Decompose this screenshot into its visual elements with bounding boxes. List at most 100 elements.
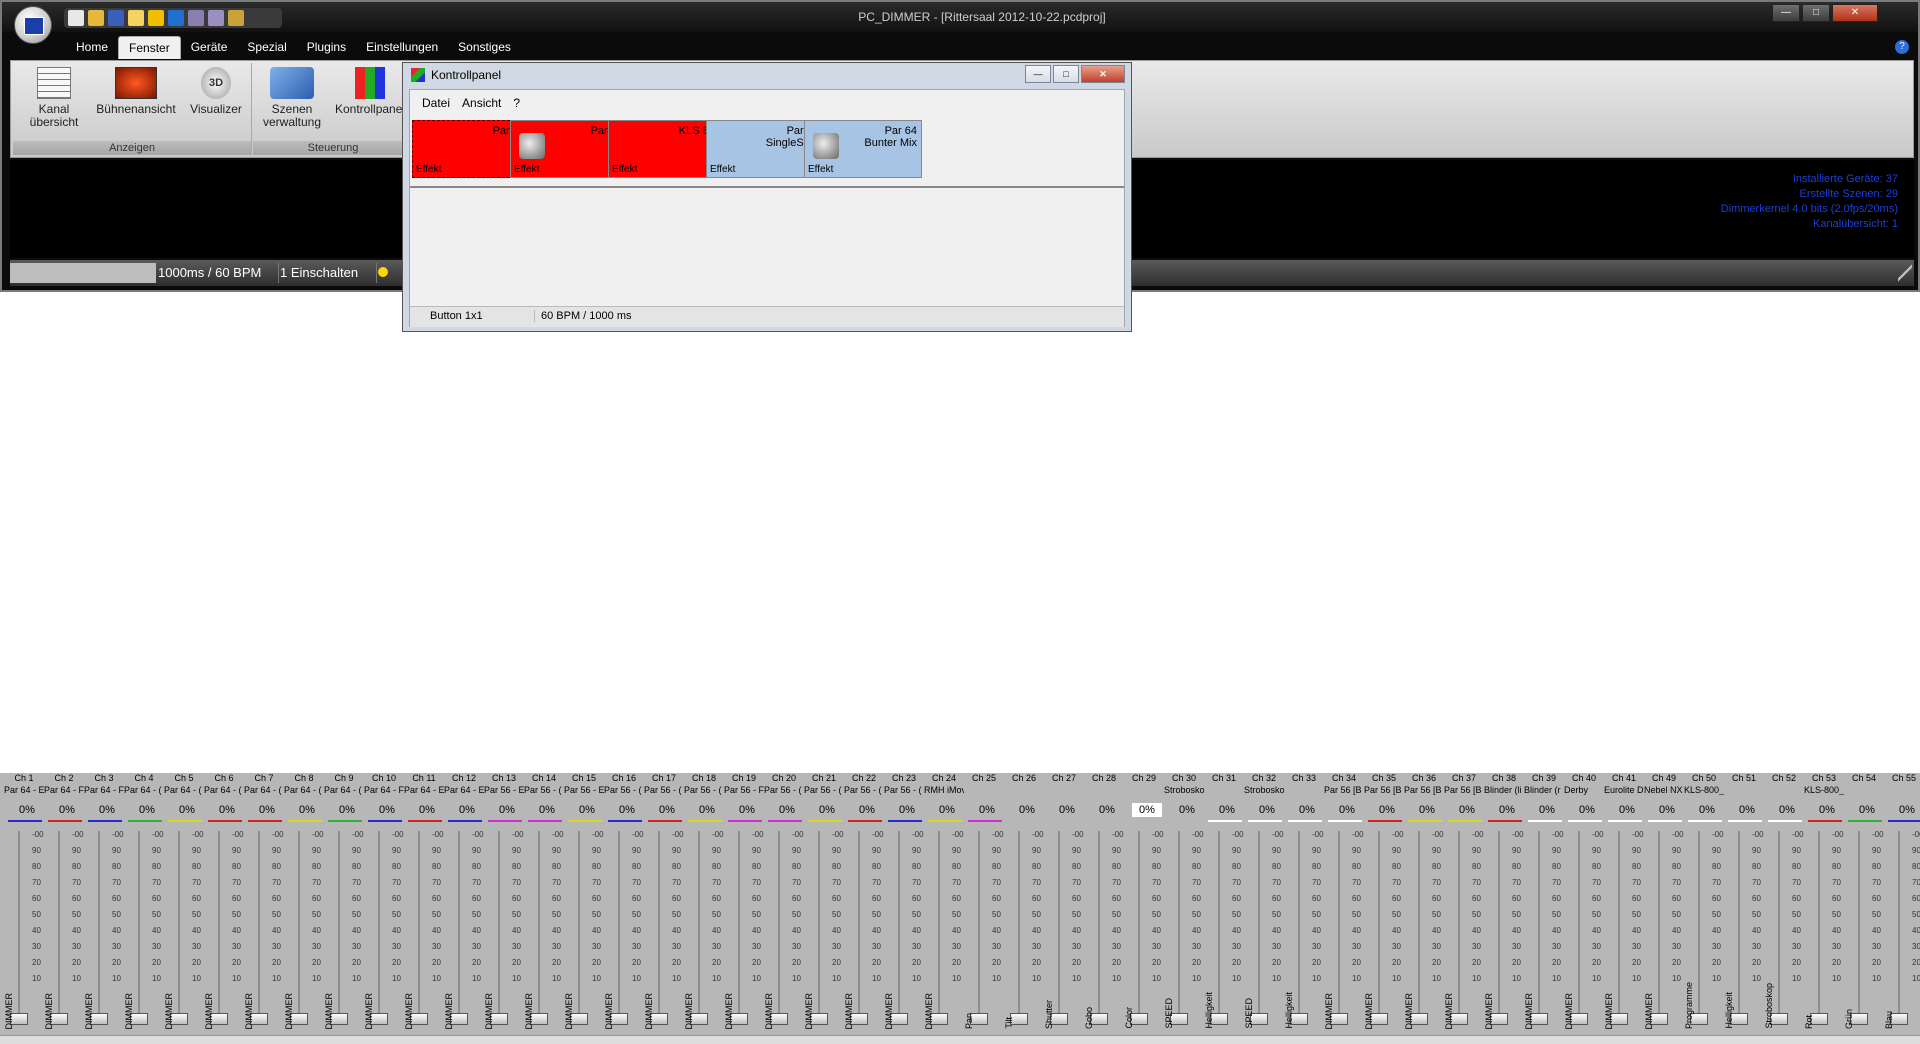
channel-fader[interactable]: -00 90 80 70 60 50 40 30 20 10 Rot bbox=[1804, 827, 1844, 1035]
kp-close-button[interactable]: ✕ bbox=[1081, 65, 1125, 83]
highlight-icon[interactable] bbox=[128, 10, 144, 26]
channel-fader[interactable]: -00 90 80 70 60 50 40 30 20 10 DIMMER bbox=[84, 827, 124, 1035]
fader-track[interactable] bbox=[1858, 831, 1860, 1021]
fader-track[interactable] bbox=[978, 831, 980, 1021]
fader-track[interactable] bbox=[1378, 831, 1380, 1021]
fader-track[interactable] bbox=[1818, 831, 1820, 1021]
channel-fader[interactable]: -00 90 80 70 60 50 40 30 20 10 DIMMER bbox=[844, 827, 884, 1035]
channel-fader[interactable]: -00 90 80 70 60 50 40 30 20 10 DIMMER bbox=[644, 827, 684, 1035]
fader-track[interactable] bbox=[538, 831, 540, 1021]
kontrollpanel-button[interactable]: Kontrollpanel bbox=[335, 67, 405, 116]
open-folder-icon[interactable] bbox=[88, 10, 104, 26]
channel-fader[interactable]: -00 90 80 70 60 50 40 30 20 10 DIMMER bbox=[1524, 827, 1564, 1035]
channel-fader[interactable]: -00 90 80 70 60 50 40 30 20 10 DIMMER bbox=[404, 827, 444, 1035]
close-button[interactable]: ✕ bbox=[1832, 4, 1878, 22]
fader-track[interactable] bbox=[578, 831, 580, 1021]
tab-sonstiges[interactable]: Sonstiges bbox=[448, 36, 521, 59]
visualizer-button[interactable]: 3D Visualizer bbox=[181, 67, 251, 116]
fader-track[interactable] bbox=[1058, 831, 1060, 1021]
tab-home[interactable]: Home bbox=[66, 36, 118, 59]
channel-fader[interactable]: -00 90 80 70 60 50 40 30 20 10 Helligkeit bbox=[1284, 827, 1324, 1035]
channel-fader[interactable]: -00 90 80 70 60 50 40 30 20 10 Programme bbox=[1684, 827, 1724, 1035]
resize-grip-icon[interactable] bbox=[1898, 264, 1912, 282]
channel-fader[interactable]: -00 90 80 70 60 50 40 30 20 10 DIMMER bbox=[364, 827, 404, 1035]
channel-fader[interactable]: -00 90 80 70 60 50 40 30 20 10 Helligkeit bbox=[1724, 827, 1764, 1035]
fader-track[interactable] bbox=[338, 831, 340, 1021]
channel-fader[interactable]: -00 90 80 70 60 50 40 30 20 10 DIMMER bbox=[1484, 827, 1524, 1035]
channel-fader[interactable]: -00 90 80 70 60 50 40 30 20 10 DIMMER bbox=[4, 827, 44, 1035]
kp-minimize-button[interactable]: — bbox=[1025, 65, 1051, 83]
fader-track[interactable] bbox=[1458, 831, 1460, 1021]
channel-fader[interactable]: -00 90 80 70 60 50 40 30 20 10 DIMMER bbox=[444, 827, 484, 1035]
fader-track[interactable] bbox=[1178, 831, 1180, 1021]
fader-track[interactable] bbox=[1738, 831, 1740, 1021]
fader-track[interactable] bbox=[738, 831, 740, 1021]
fader-track[interactable] bbox=[98, 831, 100, 1021]
channel-fader[interactable]: -00 90 80 70 60 50 40 30 20 10 DIMMER bbox=[684, 827, 724, 1035]
channel-fader[interactable]: -00 90 80 70 60 50 40 30 20 10 DIMMER bbox=[1564, 827, 1604, 1035]
tab-plugins[interactable]: Plugins bbox=[297, 36, 356, 59]
fader-track[interactable] bbox=[658, 831, 660, 1021]
kontrollpanel-titlebar[interactable]: Kontrollpanel — □ ✕ bbox=[403, 63, 1131, 87]
fader-track[interactable] bbox=[698, 831, 700, 1021]
channel-fader[interactable]: -00 90 80 70 60 50 40 30 20 10 Blau bbox=[1884, 827, 1920, 1035]
menu-help[interactable]: ? bbox=[507, 94, 526, 112]
fader-track[interactable] bbox=[1418, 831, 1420, 1021]
channel-fader[interactable]: -00 90 80 70 60 50 40 30 20 10 DIMMER bbox=[204, 827, 244, 1035]
fader-track[interactable] bbox=[1298, 831, 1300, 1021]
fader-track[interactable] bbox=[218, 831, 220, 1021]
tab-geraete[interactable]: Geräte bbox=[181, 36, 238, 59]
channel-fader[interactable]: -00 90 80 70 60 50 40 30 20 10 DIMMER bbox=[484, 827, 524, 1035]
fader-track[interactable] bbox=[498, 831, 500, 1021]
fader-track[interactable] bbox=[18, 831, 20, 1021]
channel-fader[interactable]: -00 90 80 70 60 50 40 30 20 10 DIMMER bbox=[1604, 827, 1644, 1035]
fader-track[interactable] bbox=[1698, 831, 1700, 1021]
fader-track[interactable] bbox=[458, 831, 460, 1021]
fader-track[interactable] bbox=[298, 831, 300, 1021]
help-icon[interactable]: ? bbox=[1895, 40, 1909, 54]
channel-fader[interactable]: -00 90 80 70 60 50 40 30 20 10 DIMMER bbox=[884, 827, 924, 1035]
effects-icon[interactable] bbox=[188, 10, 204, 26]
channel-fader[interactable]: -00 90 80 70 60 50 40 30 20 10 DIMMER bbox=[1444, 827, 1484, 1035]
szenenverwaltung-button[interactable]: Szenen verwaltung bbox=[257, 67, 327, 129]
buehnenansicht-button[interactable]: Bühnenansicht bbox=[93, 67, 179, 116]
fader-track[interactable] bbox=[618, 831, 620, 1021]
fader-track[interactable] bbox=[1338, 831, 1340, 1021]
tab-einstellungen[interactable]: Einstellungen bbox=[356, 36, 448, 59]
channel-fader[interactable]: -00 90 80 70 60 50 40 30 20 10 Pan bbox=[964, 827, 1004, 1035]
channel-fader[interactable]: -00 90 80 70 60 50 40 30 20 10 Stroboskop bbox=[1764, 827, 1804, 1035]
tab-fenster[interactable]: Fenster bbox=[118, 36, 181, 59]
channel-fader[interactable]: -00 90 80 70 60 50 40 30 20 10 DIMMER bbox=[324, 827, 364, 1035]
channel-fader[interactable]: -00 90 80 70 60 50 40 30 20 10 Color bbox=[1124, 827, 1164, 1035]
minimize-button[interactable]: — bbox=[1772, 4, 1800, 22]
channel-fader[interactable]: -00 90 80 70 60 50 40 30 20 10 Shutter bbox=[1044, 827, 1084, 1035]
tile-button[interactable]: Par 64 Bunter Mix Effekt bbox=[804, 120, 922, 178]
window-icon[interactable] bbox=[168, 10, 184, 26]
channel-fader[interactable]: -00 90 80 70 60 50 40 30 20 10 DIMMER bbox=[524, 827, 564, 1035]
channel-fader[interactable]: -00 90 80 70 60 50 40 30 20 10 SPEED bbox=[1164, 827, 1204, 1035]
kp-maximize-button[interactable]: □ bbox=[1053, 65, 1079, 83]
fader-track[interactable] bbox=[1258, 831, 1260, 1021]
kanaluebersicht-button[interactable]: Kanal übersicht bbox=[19, 67, 89, 129]
channel-fader[interactable]: -00 90 80 70 60 50 40 30 20 10 Grün bbox=[1844, 827, 1884, 1035]
channel-fader[interactable]: -00 90 80 70 60 50 40 30 20 10 DIMMER bbox=[244, 827, 284, 1035]
channel-fader[interactable]: -00 90 80 70 60 50 40 30 20 10 DIMMER bbox=[284, 827, 324, 1035]
channel-fader[interactable]: -00 90 80 70 60 50 40 30 20 10 DIMMER bbox=[924, 827, 964, 1035]
fader-track[interactable] bbox=[1498, 831, 1500, 1021]
channel-fader[interactable]: -00 90 80 70 60 50 40 30 20 10 DIMMER bbox=[1644, 827, 1684, 1035]
fader-track[interactable] bbox=[138, 831, 140, 1021]
fader-track[interactable] bbox=[1898, 831, 1900, 1021]
channel-fader[interactable]: -00 90 80 70 60 50 40 30 20 10 DIMMER bbox=[124, 827, 164, 1035]
channel-fader[interactable]: -00 90 80 70 60 50 40 30 20 10 DIMMER bbox=[164, 827, 204, 1035]
fader-track[interactable] bbox=[1538, 831, 1540, 1021]
channel-fader[interactable]: -00 90 80 70 60 50 40 30 20 10 DIMMER bbox=[1324, 827, 1364, 1035]
scripts-icon[interactable] bbox=[208, 10, 224, 26]
fader-track[interactable] bbox=[818, 831, 820, 1021]
fader-track[interactable] bbox=[1138, 831, 1140, 1021]
channel-fader[interactable]: -00 90 80 70 60 50 40 30 20 10 DIMMER bbox=[604, 827, 644, 1035]
fader-track[interactable] bbox=[1618, 831, 1620, 1021]
menu-ansicht[interactable]: Ansicht bbox=[456, 94, 507, 112]
new-file-icon[interactable] bbox=[68, 10, 84, 26]
channel-fader[interactable]: -00 90 80 70 60 50 40 30 20 10 SPEED bbox=[1244, 827, 1284, 1035]
fader-track[interactable] bbox=[58, 831, 60, 1021]
